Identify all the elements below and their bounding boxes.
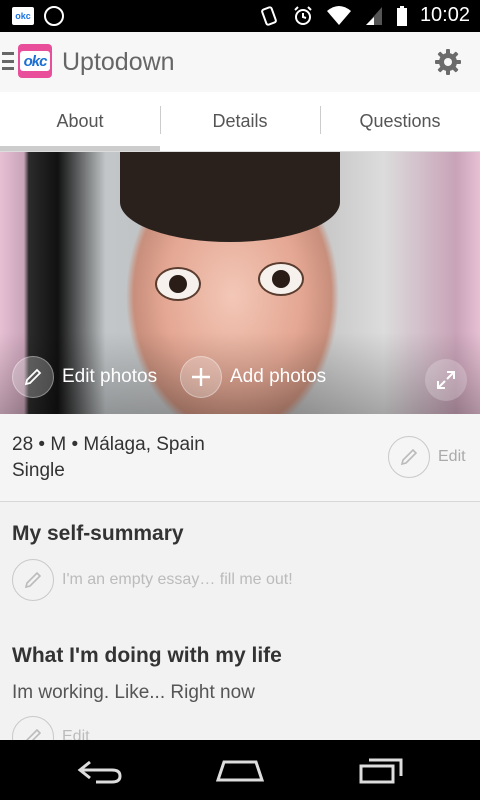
profile-photo-right-eye xyxy=(258,262,304,296)
profile-photo[interactable]: Edit photos Add photos xyxy=(0,152,480,414)
tab-questions[interactable]: Questions xyxy=(320,92,480,151)
add-photos-label: Add photos xyxy=(230,366,327,387)
add-photos-button[interactable]: Add photos xyxy=(180,356,326,398)
app-bar: okc Uptodown xyxy=(0,32,480,92)
edit-basics-label: Edit xyxy=(438,448,466,465)
logo-text: okc xyxy=(23,52,48,70)
status-bar: okc 10:02 xyxy=(0,0,480,32)
edit-basics-button[interactable]: Edit xyxy=(388,436,466,478)
age-gender-location: 28 • M • Málaga, Spain xyxy=(12,434,205,455)
pencil-icon xyxy=(12,559,54,601)
edit-doing-with-life-button[interactable]: Edit xyxy=(12,716,90,740)
profile-photo-left-eye xyxy=(155,267,201,301)
okcupid-notification-icon: okc xyxy=(12,7,34,25)
drawer-menu-icon[interactable] xyxy=(2,52,14,70)
clock: 10:02 xyxy=(419,4,470,26)
whatsapp-notification-icon xyxy=(44,6,64,26)
wifi-icon xyxy=(326,5,351,25)
tab-selected-indicator xyxy=(0,146,160,151)
profile-basics: 28 • M • Málaga, Spain Single Edit xyxy=(0,414,480,502)
vibrate-icon xyxy=(261,5,277,26)
edit-photos-label: Edit photos xyxy=(62,366,158,387)
system-navigation-bar xyxy=(0,740,480,800)
essay-doing-with-life: What I'm doing with my life Im working. … xyxy=(0,622,480,740)
pencil-icon xyxy=(12,716,54,740)
edit-self-summary-button[interactable]: I'm an empty essay… fill me out! xyxy=(12,559,293,601)
tab-about[interactable]: About xyxy=(0,92,160,151)
essay-title: What I'm doing with my life xyxy=(12,644,282,667)
essay-self-summary: My self-summary I'm an empty essay… fill… xyxy=(0,502,480,622)
battery-icon xyxy=(396,5,407,26)
expand-icon xyxy=(437,371,455,389)
essay-title: My self-summary xyxy=(12,522,184,545)
expand-photo-button[interactable] xyxy=(425,359,467,401)
pencil-icon xyxy=(12,356,54,398)
recent-apps-icon[interactable] xyxy=(358,756,404,784)
edit-photos-button[interactable]: Edit photos xyxy=(12,356,157,398)
profile-tabs: About Details Questions xyxy=(0,92,480,152)
relationship-status: Single xyxy=(12,460,65,481)
essay-text: Im working. Like... Right now xyxy=(12,682,255,703)
pencil-icon xyxy=(388,436,430,478)
app-title: Uptodown xyxy=(62,48,175,76)
edit-essay-label: Edit xyxy=(62,728,90,740)
alarm-icon xyxy=(294,5,312,25)
empty-essay-placeholder: I'm an empty essay… fill me out! xyxy=(62,571,293,588)
profile-photo-hair xyxy=(120,152,340,242)
plus-icon xyxy=(180,356,222,398)
notification-icons: okc xyxy=(12,6,64,26)
settings-gear-icon[interactable] xyxy=(434,48,462,76)
tab-details[interactable]: Details xyxy=(160,92,320,151)
signal-icon xyxy=(365,6,382,25)
app-logo[interactable]: okc xyxy=(18,44,52,78)
home-icon[interactable] xyxy=(214,756,266,784)
system-icons: 10:02 xyxy=(258,4,470,27)
back-icon[interactable] xyxy=(76,756,124,784)
